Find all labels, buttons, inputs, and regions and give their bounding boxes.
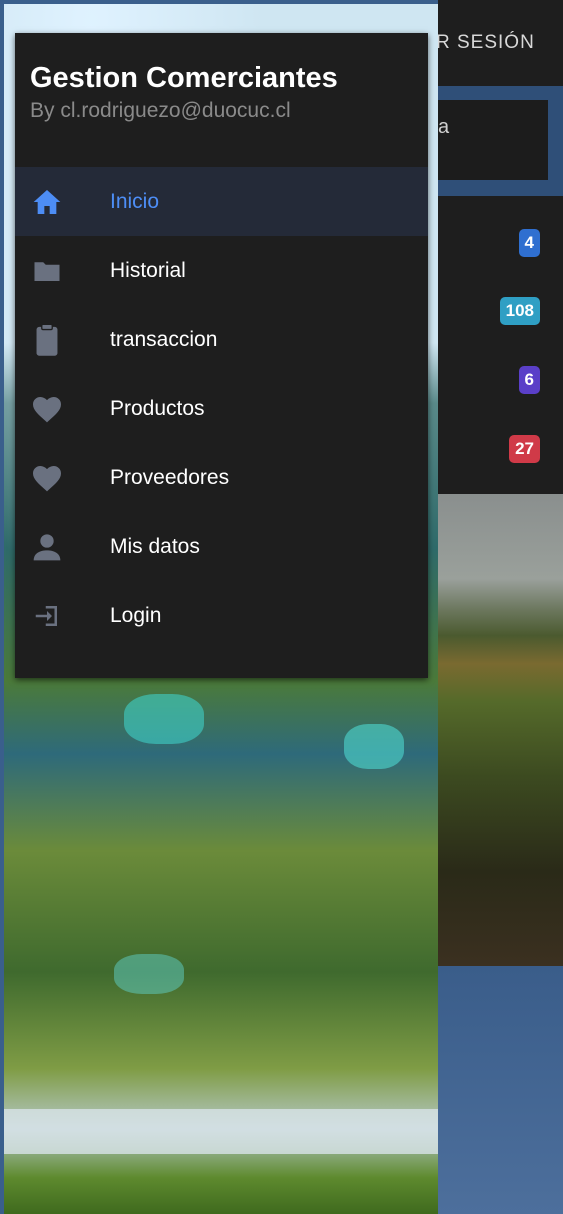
person-icon — [29, 529, 65, 565]
lower-section — [438, 966, 563, 1214]
search-text: a — [438, 116, 450, 138]
heart-icon — [29, 391, 65, 427]
menu-item-inicio[interactable]: Inicio — [15, 167, 428, 236]
clipboard-icon — [29, 322, 65, 358]
drawer-subtitle: By cl.rodriguezo@duocuc.cl — [30, 99, 291, 122]
heart-icon — [29, 460, 65, 496]
count-badge: 108 — [499, 297, 540, 325]
search-box[interactable]: a — [438, 100, 548, 180]
top-bar: R SESIÓN — [438, 0, 563, 86]
menu-item-label: Productos — [110, 396, 205, 420]
login-icon — [29, 598, 65, 634]
menu-item-label: Mis datos — [110, 534, 200, 558]
menu-item-proveedores[interactable]: Proveedores — [15, 443, 428, 512]
stats-list: 4 108 6 27 — [438, 196, 563, 494]
folder-icon — [29, 253, 65, 289]
underlying-page: R SESIÓN a 4 108 6 27 — [438, 0, 563, 1214]
count-badge: 4 — [518, 229, 540, 257]
menu-item-mis-datos[interactable]: Mis datos — [15, 512, 428, 581]
home-icon — [29, 184, 65, 220]
menu-item-productos[interactable]: Productos — [15, 374, 428, 443]
count-badge: 27 — [509, 435, 540, 463]
menu-item-transaccion[interactable]: transaccion — [15, 305, 428, 374]
drawer-title: Gestion Comerciantes — [30, 62, 338, 94]
menu-item-login[interactable]: Login — [15, 581, 428, 650]
menu-item-label: transaccion — [110, 327, 218, 351]
menu-item-label: Proveedores — [110, 465, 230, 489]
menu-item-label: Inicio — [110, 189, 160, 213]
hero-image — [438, 494, 563, 966]
menu-item-historial[interactable]: Historial — [15, 236, 428, 305]
logout-button[interactable]: R SESIÓN — [438, 32, 535, 54]
drawer-menu: Inicio Historial transaccion Productos P… — [15, 167, 428, 650]
menu-item-label: Login — [110, 603, 162, 627]
count-badge: 6 — [518, 366, 540, 394]
navigation-drawer: Gestion Comerciantes By cl.rodriguezo@du… — [15, 33, 428, 678]
menu-item-label: Historial — [110, 258, 186, 282]
search-band: a — [438, 86, 563, 196]
